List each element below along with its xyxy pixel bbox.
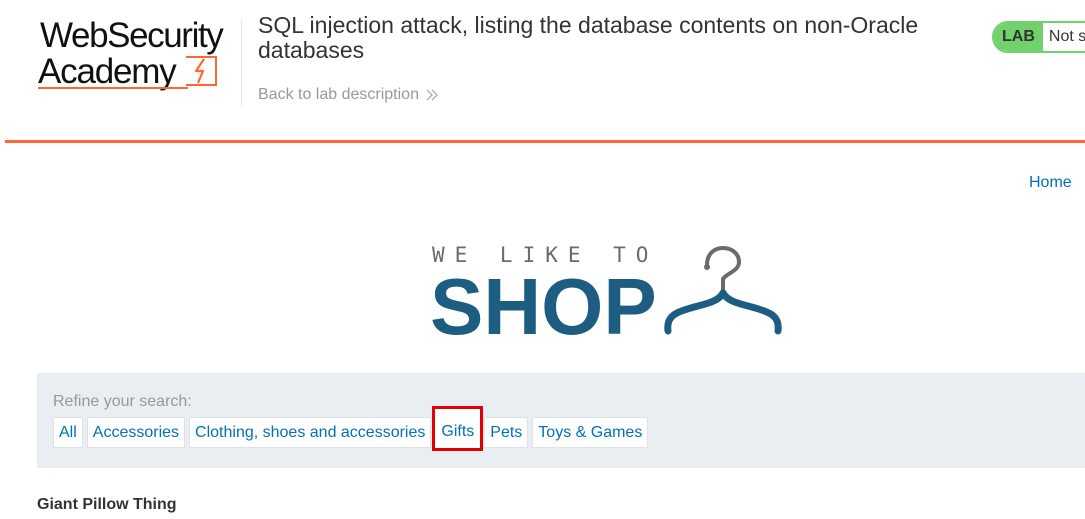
academy-header: WebSecurity Academy SQL injection attack… (0, 0, 1085, 143)
lab-status-widget: LAB Not solved (992, 21, 1085, 53)
filter-all[interactable]: All (53, 417, 83, 448)
product-title: Giant Pillow Thing (37, 496, 177, 513)
filter-gifts[interactable]: Gifts (432, 406, 484, 451)
filter-clothing-shoes-accessories[interactable]: Clothing, shoes and accessories (189, 417, 432, 448)
logo-underline (38, 87, 188, 89)
lab-title: SQL injection attack, listing the databa… (258, 12, 919, 63)
logo-text-line1: WebSecurity (40, 16, 224, 55)
home-link[interactable]: Home (1029, 174, 1072, 192)
web-security-academy-logo[interactable]: WebSecurity Academy (38, 16, 238, 94)
filter-accessories[interactable]: Accessories (86, 417, 186, 448)
lab-status-label: LAB (994, 23, 1043, 51)
filter-title: Refine your search: (53, 393, 192, 410)
back-to-lab-description-link[interactable]: Back to lab description (258, 86, 439, 104)
filter-pets[interactable]: Pets (484, 417, 529, 448)
back-link-label: Back to lab description (258, 86, 419, 103)
header-separator (5, 140, 1085, 143)
logo-text-line2: Academy (38, 52, 177, 91)
lightning-bolt-icon (186, 56, 217, 86)
filter-list: All Accessories Clothing, shoes and acce… (53, 406, 649, 451)
shop-logo-word: SHOP (430, 262, 657, 351)
header-divider (241, 20, 242, 106)
filter-toys-games[interactable]: Toys & Games (532, 417, 649, 448)
clothes-hanger-icon (664, 245, 782, 335)
double-chevron-right-icon (426, 89, 438, 101)
lab-status-value: Not solved (1048, 28, 1085, 45)
filter-panel: Refine your search: All Accessories Clot… (37, 373, 1085, 468)
shop-logo: WE LIKE TO SHOP (430, 243, 790, 347)
